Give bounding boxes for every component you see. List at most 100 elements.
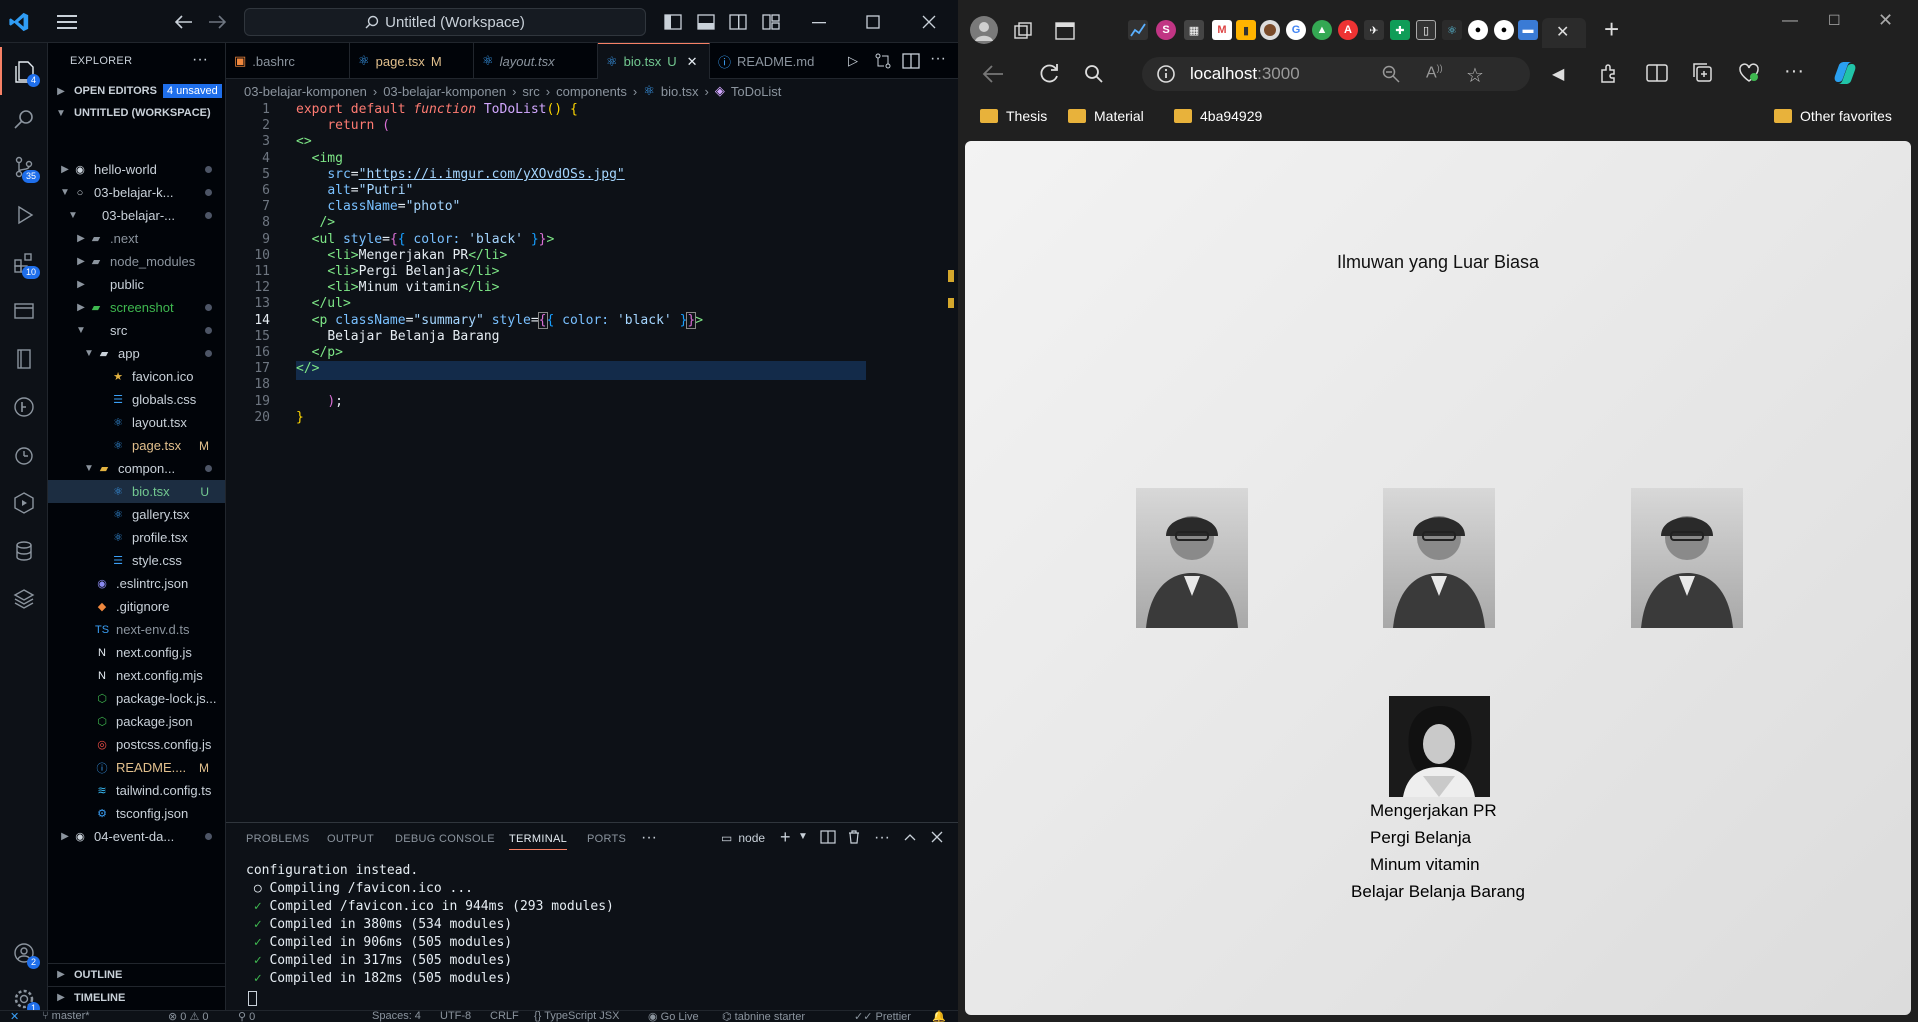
tree-item[interactable]: ≋ tailwind.config.ts	[48, 779, 225, 802]
active-tab[interactable]: ✕	[1542, 18, 1586, 48]
extensions-puzzle-icon[interactable]	[1598, 62, 1620, 84]
address-bar[interactable]: localhost:3000 A)) ☆	[1142, 57, 1530, 91]
tree-item[interactable]: ⬡ package.json	[48, 710, 225, 733]
tab-actions-icon[interactable]	[1054, 20, 1076, 42]
maximize-icon[interactable]	[862, 11, 884, 33]
zoom-out-icon[interactable]	[1382, 65, 1400, 83]
tab-favicon-seal-icon[interactable]	[1260, 20, 1280, 40]
tree-item[interactable]: ▶ public	[48, 273, 225, 296]
tree-item[interactable]: ⓘ README.... M	[48, 756, 225, 779]
profile-avatar[interactable]	[970, 16, 998, 44]
prettier-indicator[interactable]: ✓✓ Prettier	[854, 1010, 911, 1022]
new-tab-icon[interactable]: +	[1604, 14, 1619, 45]
tab-favicon-drive-icon[interactable]: ▲	[1312, 20, 1332, 40]
media-control-icon[interactable]: ◀	[1552, 64, 1564, 84]
tab-bashrc[interactable]: ▣ .bashrc	[226, 43, 350, 79]
tree-item[interactable]: ▼ ▰ compon...	[48, 457, 225, 480]
accounts-icon[interactable]: 2	[0, 929, 48, 977]
tab-favicon-grid-icon[interactable]: ▦	[1184, 20, 1204, 40]
menu-icon[interactable]	[56, 11, 78, 33]
encoding-indicator[interactable]: UTF-8	[440, 1010, 471, 1022]
split-screen-icon[interactable]	[1646, 64, 1668, 82]
tree-item[interactable]: Nnext.config.mjs	[48, 664, 225, 687]
chevron-down-icon[interactable]: ▼	[798, 831, 808, 842]
favorite-material[interactable]: Material	[1068, 108, 1144, 124]
tab-favicon-gmail-icon[interactable]: M	[1212, 20, 1232, 40]
remote-indicator-icon[interactable]: ✕	[10, 1010, 19, 1022]
tree-item[interactable]: ★ favicon.ico	[48, 365, 225, 388]
run-icon[interactable]: ▷	[848, 53, 858, 69]
tab-favicon-s-icon[interactable]: S	[1156, 20, 1176, 40]
tree-item[interactable]: ▼ ▰ app	[48, 342, 225, 365]
go-live-button[interactable]: ◉ Go Live	[648, 1010, 699, 1022]
tree-item[interactable]: Nnext.config.js	[48, 641, 225, 664]
tab-problems[interactable]: PROBLEMS	[246, 833, 310, 845]
toggle-primary-sidebar-icon[interactable]	[662, 11, 684, 33]
run-tests-icon[interactable]	[0, 479, 48, 527]
tab-page-tsx[interactable]: ⚛ page.tsx M	[350, 43, 474, 79]
maximize-icon[interactable]: ☐	[1828, 12, 1841, 29]
database-icon[interactable]	[0, 527, 48, 575]
close-icon[interactable]	[918, 11, 940, 33]
tree-item[interactable]: ◆ .gitignore	[48, 595, 225, 618]
tree-item[interactable]: ◎ postcss.config.js	[48, 733, 225, 756]
tab-favicon-sheets-icon[interactable]: ✚	[1390, 20, 1410, 40]
tree-item[interactable]: ◉ .eslintrc.json	[48, 572, 225, 595]
more-actions-icon[interactable]: ···	[930, 50, 946, 68]
run-debug-icon[interactable]	[0, 191, 48, 239]
tree-item[interactable]: ⚛ profile.tsx	[48, 526, 225, 549]
problems-indicator[interactable]: ⊗ 0 ⚠ 0	[168, 1010, 209, 1022]
breadcrumb-item[interactable]: bio.tsx	[661, 84, 699, 99]
workspaces-icon[interactable]	[1012, 20, 1034, 42]
tab-favicon-react-icon[interactable]: ⚛	[1442, 20, 1462, 40]
settings-more-icon[interactable]: ···	[1784, 60, 1804, 83]
book-icon[interactable]	[0, 335, 48, 383]
command-center[interactable]: Untitled (Workspace)	[244, 8, 646, 36]
favorite-4ba94929[interactable]: 4ba94929	[1174, 108, 1262, 124]
github-actions-icon[interactable]	[0, 383, 48, 431]
minimize-icon[interactable]: —	[1782, 12, 1798, 30]
tree-item[interactable]: ▶ ◉ 04-event-da...	[48, 825, 225, 848]
copilot-icon[interactable]	[1832, 60, 1858, 86]
new-terminal-icon[interactable]: +	[780, 827, 791, 848]
ports-indicator[interactable]: ⚲ 0	[238, 1010, 255, 1022]
timer-icon[interactable]	[0, 431, 48, 479]
back-arrow-icon[interactable]	[173, 11, 195, 33]
language-indicator[interactable]: {} TypeScript JSX	[534, 1010, 619, 1022]
trash-icon[interactable]	[846, 829, 862, 845]
tabnine-indicator[interactable]: ⌬ tabnine starter	[722, 1010, 805, 1022]
tree-item[interactable]: ☰ globals.css	[48, 388, 225, 411]
timeline-section[interactable]: ▶ TIMELINE	[48, 986, 225, 1008]
tree-item[interactable]: ▼ src	[48, 319, 225, 342]
close-icon[interactable]: ✕	[1878, 10, 1893, 31]
indentation-indicator[interactable]: Spaces: 4	[372, 1010, 421, 1022]
minimize-icon[interactable]	[808, 11, 830, 33]
customize-layout-icon[interactable]	[760, 11, 782, 33]
favorite-thesis[interactable]: Thesis	[980, 108, 1047, 124]
tree-item[interactable]: ▼ 03-belajar-...	[48, 204, 225, 227]
code-editor[interactable]: 1 2 3 4 5 6 7 8 9 10 11 12 13 14 15 16 17 18 19 20 export d…	[226, 102, 946, 812]
tree-item[interactable]: ⚛ gallery.tsx	[48, 503, 225, 526]
browser-essentials-icon[interactable]	[1738, 63, 1760, 83]
search-icon[interactable]	[1084, 64, 1104, 84]
tab-favicon-doc-icon[interactable]: ▯	[1416, 20, 1436, 40]
tab-favicon-google-icon[interactable]: G	[1286, 20, 1306, 40]
tab-favicon-active-icon[interactable]: ▬	[1518, 20, 1538, 40]
open-editors-section[interactable]: ▶ OPEN EDITORS 4 unsaved	[48, 80, 225, 102]
explorer-icon[interactable]: 4	[0, 47, 48, 95]
toggle-panel-icon[interactable]	[695, 11, 717, 33]
split-terminal-icon[interactable]	[820, 829, 836, 845]
tab-readme[interactable]: ⓘ README.md	[710, 43, 838, 79]
tab-terminal[interactable]: TERMINAL	[509, 833, 568, 850]
forward-arrow-icon[interactable]	[206, 11, 228, 33]
close-panel-icon[interactable]	[929, 829, 945, 845]
tree-item[interactable]: ⚛ bio.tsx U	[48, 480, 225, 503]
tree-item[interactable]: ⚛ page.tsx M	[48, 434, 225, 457]
site-info-icon[interactable]	[1156, 64, 1176, 84]
tree-item[interactable]: ⚛ layout.tsx	[48, 411, 225, 434]
tab-favicon-github-icon[interactable]: ●	[1468, 20, 1488, 40]
tree-item[interactable]: ▶ ▰ .next	[48, 227, 225, 250]
notifications-bell-icon[interactable]: 🔔	[932, 1010, 946, 1022]
compare-icon[interactable]	[874, 52, 892, 70]
tree-item[interactable]: ⚙ tsconfig.json	[48, 802, 225, 825]
